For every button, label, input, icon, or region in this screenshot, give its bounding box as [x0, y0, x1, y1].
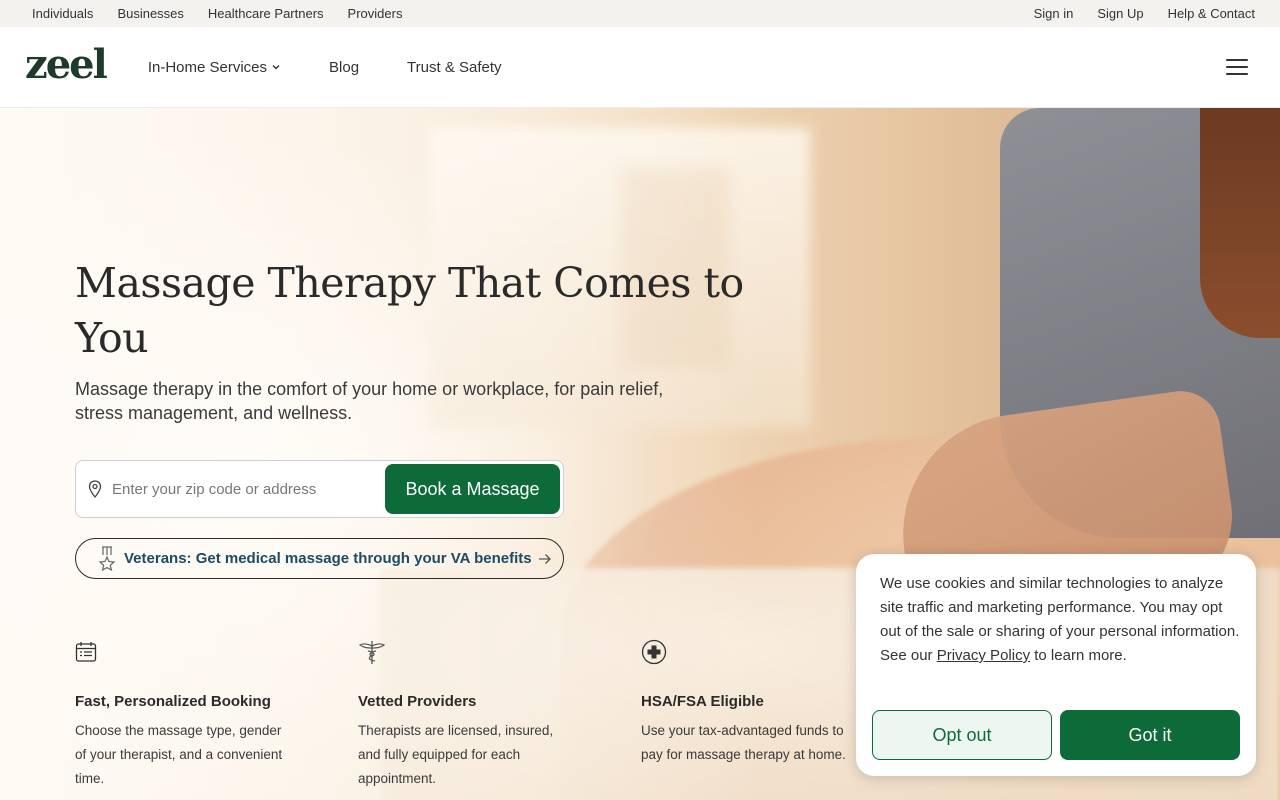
cookie-see-our: See our — [880, 647, 933, 664]
nav-trust-safety[interactable]: Trust & Safety — [407, 59, 501, 76]
medical-cross-icon — [641, 638, 851, 666]
nav-in-home-services[interactable]: In-Home Services — [148, 59, 281, 76]
hero-title: Massage Therapy That Comes to You — [75, 259, 744, 362]
feature-text: Use your tax-advantaged funds to pay for… — [641, 723, 846, 762]
cookie-consent-banner: We use cookies and similar technologies … — [856, 554, 1256, 776]
utility-link-businesses[interactable]: Businesses — [117, 6, 183, 21]
cookie-text: We use cookies and similar technologies … — [880, 572, 1240, 668]
feature-fast-booking: Fast, Personalized Booking Choose the ma… — [75, 638, 285, 791]
feature-text: Choose the massage type, gender of your … — [75, 723, 283, 786]
opt-out-button[interactable]: Opt out — [872, 710, 1052, 760]
utility-right-links: Sign in Sign Up Help & Contact — [1034, 6, 1255, 21]
feature-vetted-providers: Vetted Providers Therapists are licensed… — [358, 638, 568, 791]
medal-icon — [98, 545, 116, 572]
utility-left-links: Individuals Businesses Healthcare Partne… — [32, 6, 402, 21]
arrow-right-icon — [538, 553, 552, 565]
sign-in-link[interactable]: Sign in — [1034, 6, 1074, 21]
utility-link-individuals[interactable]: Individuals — [32, 6, 93, 21]
nav-links: In-Home Services Blog Trust & Safety — [148, 59, 550, 76]
veterans-va-benefits-link[interactable]: Veterans: Get medical massage through yo… — [75, 538, 564, 579]
calendar-icon — [75, 638, 285, 666]
zip-address-input[interactable] — [112, 480, 385, 498]
utility-link-providers[interactable]: Providers — [348, 6, 403, 21]
nav-in-home-services-label: In-Home Services — [147, 58, 268, 76]
cookie-message: We use cookies and similar technologies … — [880, 575, 1240, 640]
chevron-down-icon — [271, 62, 281, 72]
feature-text: Therapists are licensed, insured, and fu… — [358, 723, 554, 786]
zeel-logo[interactable]: zeel — [25, 41, 108, 88]
hero-subtitle: Massage therapy in the comfort of your h… — [75, 379, 664, 423]
caduceus-icon — [358, 638, 568, 666]
address-search-box: Book a Massage — [75, 460, 564, 518]
feature-title: Fast, Personalized Booking — [75, 693, 271, 710]
veterans-link-label: Veterans: Get medical massage through yo… — [124, 550, 532, 567]
got-it-button[interactable]: Got it — [1060, 710, 1240, 760]
utility-bar: Individuals Businesses Healthcare Partne… — [0, 0, 1280, 27]
features-row: Fast, Personalized Booking Choose the ma… — [75, 638, 875, 798]
hamburger-menu-icon[interactable] — [1226, 59, 1248, 75]
utility-link-healthcare-partners[interactable]: Healthcare Partners — [208, 6, 324, 21]
privacy-policy-link[interactable]: Privacy Policy — [937, 647, 1030, 664]
cookie-learn-more: to learn more. — [1034, 647, 1127, 664]
help-contact-link[interactable]: Help & Contact — [1168, 6, 1255, 21]
main-nav: zeel In-Home Services Blog Trust & Safet… — [0, 27, 1280, 108]
book-massage-button[interactable]: Book a Massage — [385, 464, 560, 514]
sign-up-link[interactable]: Sign Up — [1097, 6, 1143, 21]
feature-hsa-fsa: HSA/FSA Eligible Use your tax-advantaged… — [641, 638, 851, 767]
cookie-buttons: Opt out Got it — [872, 710, 1240, 760]
nav-blog[interactable]: Blog — [329, 59, 359, 76]
feature-title: Vetted Providers — [358, 693, 477, 710]
feature-title: HSA/FSA Eligible — [641, 693, 764, 710]
location-pin-icon — [88, 480, 102, 498]
